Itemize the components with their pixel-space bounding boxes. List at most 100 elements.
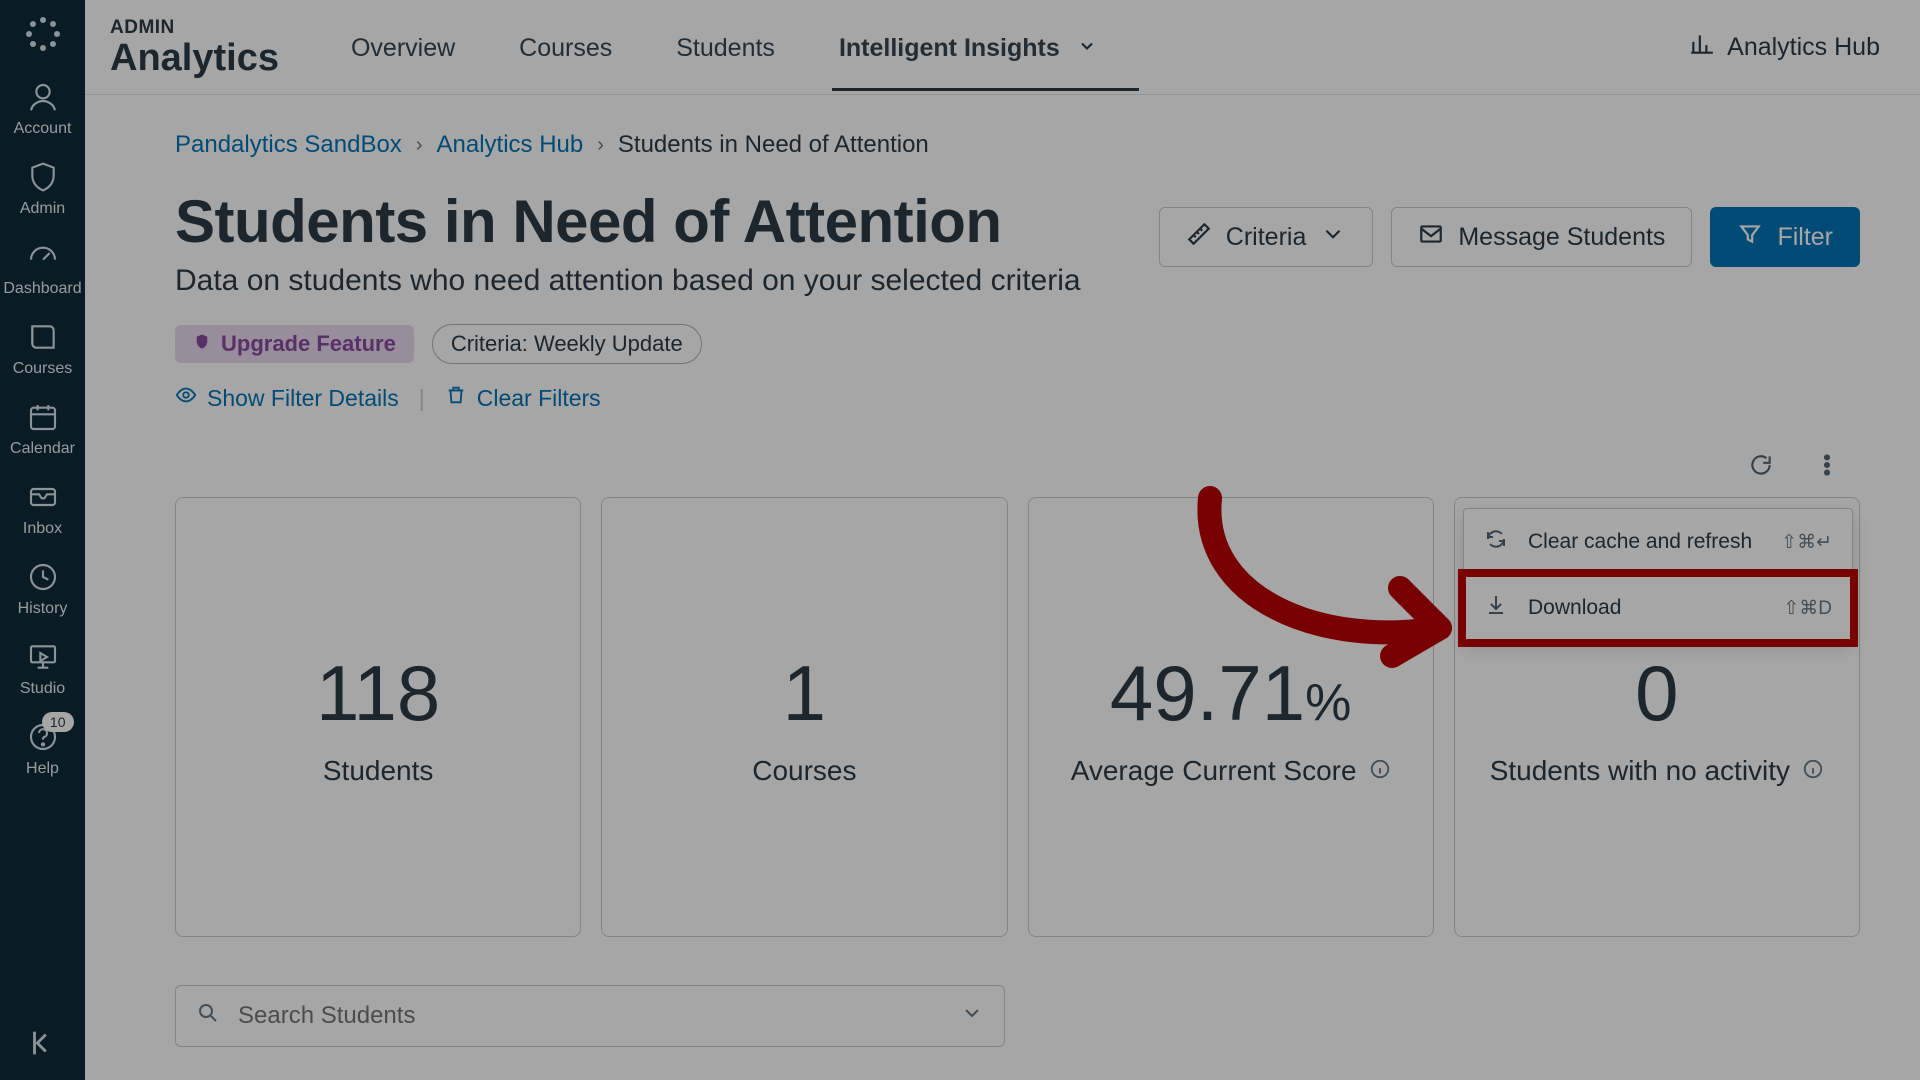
brand: ADMIN Analytics xyxy=(110,17,279,77)
analytics-hub-link[interactable]: Analytics Hub xyxy=(1689,31,1880,64)
nav-help[interactable]: 10 Help xyxy=(0,720,85,778)
stat-value: 0 xyxy=(1635,648,1678,739)
chevron-down-icon xyxy=(1320,221,1346,254)
tab-overview[interactable]: Overview xyxy=(349,26,457,69)
nav-label: Calendar xyxy=(10,440,75,458)
message-label: Message Students xyxy=(1458,223,1665,252)
shield-icon xyxy=(26,160,60,194)
chevron-down-icon[interactable] xyxy=(960,1001,984,1032)
menu-label: Clear cache and refresh xyxy=(1528,530,1752,554)
shield-icon xyxy=(193,331,211,357)
card-menu: Clear cache and refresh ⇧⌘↵ Download ⇧⌘D xyxy=(1463,508,1853,642)
upgrade-label: Upgrade Feature xyxy=(221,331,396,357)
main: ADMIN Analytics Overview Courses Student… xyxy=(85,0,1920,1080)
chips: Upgrade Feature Criteria: Weekly Update xyxy=(175,324,1860,364)
stat-value: 118 xyxy=(316,648,440,739)
nav-label: Studio xyxy=(20,680,65,698)
card-students: 118 Students xyxy=(175,497,581,937)
filter-icon xyxy=(1737,221,1763,254)
page-title: Students in Need of Attention xyxy=(175,187,1081,256)
stat-cards: 118 Students 1 Courses 49.71% Average Cu… xyxy=(175,497,1860,937)
nav-admin[interactable]: Admin xyxy=(0,160,85,218)
trash-icon xyxy=(445,384,467,412)
help-badge: 10 xyxy=(42,712,74,732)
menu-clear-cache[interactable]: Clear cache and refresh ⇧⌘↵ xyxy=(1464,509,1852,575)
info-icon[interactable] xyxy=(1369,755,1391,787)
stat-value: 1 xyxy=(783,648,826,739)
annotation-arrow xyxy=(1140,478,1520,698)
nav-label: Admin xyxy=(20,200,65,218)
tab-insights[interactable]: Intelligent Insights xyxy=(837,26,1099,69)
filter-button[interactable]: Filter xyxy=(1710,207,1860,267)
chevron-right-icon: › xyxy=(597,134,604,157)
show-filter-label: Show Filter Details xyxy=(207,385,399,412)
info-icon[interactable] xyxy=(1802,755,1824,787)
nav-studio[interactable]: Studio xyxy=(0,640,85,698)
refresh-icon[interactable] xyxy=(1748,452,1774,483)
search-icon xyxy=(196,1001,220,1032)
clear-filters-label: Clear Filters xyxy=(477,385,601,412)
nav-label: Help xyxy=(26,760,59,778)
user-icon xyxy=(26,80,60,114)
nav-label: Account xyxy=(14,120,72,138)
nav-account[interactable]: Account xyxy=(0,80,85,138)
ruler-icon xyxy=(1186,221,1212,254)
hub-link-label: Analytics Hub xyxy=(1727,33,1880,62)
stat-label: Students with no activity xyxy=(1490,755,1824,787)
mail-icon xyxy=(1418,221,1444,254)
nav-label: Courses xyxy=(13,360,73,378)
chevron-right-icon: › xyxy=(416,134,423,157)
clear-filters[interactable]: Clear Filters xyxy=(445,384,601,412)
criteria-label: Criteria xyxy=(1226,223,1307,252)
global-nav: Account Admin Dashboard Courses Calendar… xyxy=(0,0,85,1080)
clock-icon xyxy=(26,560,60,594)
card-courses: 1 Courses xyxy=(601,497,1007,937)
crumb-hub[interactable]: Analytics Hub xyxy=(436,131,583,159)
search-students[interactable] xyxy=(175,985,1005,1047)
nav-dashboard[interactable]: Dashboard xyxy=(0,240,85,298)
menu-download[interactable]: Download ⇧⌘D xyxy=(1464,575,1852,641)
chevron-down-icon xyxy=(1077,34,1097,62)
bar-chart-icon xyxy=(1689,31,1715,64)
nav-courses[interactable]: Courses xyxy=(0,320,85,378)
presentation-icon xyxy=(26,640,60,674)
help-icon: 10 xyxy=(26,720,60,754)
stat-label: Students xyxy=(323,755,434,787)
nav-calendar[interactable]: Calendar xyxy=(0,400,85,458)
nav-inbox[interactable]: Inbox xyxy=(0,480,85,538)
tab-insights-label: Intelligent Insights xyxy=(839,34,1060,62)
tab-students[interactable]: Students xyxy=(674,26,777,69)
crumb-sandbox[interactable]: Pandalytics SandBox xyxy=(175,131,402,159)
app-logo[interactable] xyxy=(19,10,67,58)
nav-label: Inbox xyxy=(23,520,62,538)
nav-label: History xyxy=(18,600,68,618)
calendar-icon xyxy=(26,400,60,434)
criteria-chip[interactable]: Criteria: Weekly Update xyxy=(432,324,702,364)
criteria-button[interactable]: Criteria xyxy=(1159,207,1374,267)
gauge-icon xyxy=(26,240,60,274)
nav-label: Dashboard xyxy=(3,280,81,298)
menu-shortcut: ⇧⌘D xyxy=(1783,597,1832,620)
tab-courses[interactable]: Courses xyxy=(517,26,614,69)
menu-shortcut: ⇧⌘↵ xyxy=(1781,531,1832,554)
menu-label: Download xyxy=(1528,596,1621,620)
page-actions: Criteria Message Students Filter xyxy=(1159,207,1860,267)
filter-links: Show Filter Details | Clear Filters xyxy=(175,384,1860,412)
nav-history[interactable]: History xyxy=(0,560,85,618)
show-filter-details[interactable]: Show Filter Details xyxy=(175,384,399,412)
upgrade-chip[interactable]: Upgrade Feature xyxy=(175,325,414,363)
crumb-current: Students in Need of Attention xyxy=(618,131,929,159)
divider: | xyxy=(419,385,425,412)
filter-label: Filter xyxy=(1777,223,1833,252)
brand-small: ADMIN xyxy=(110,17,279,39)
content: Pandalytics SandBox › Analytics Hub › St… xyxy=(85,95,1920,1047)
message-students-button[interactable]: Message Students xyxy=(1391,207,1692,267)
search-input[interactable] xyxy=(238,1002,942,1030)
stat-label: Average Current Score xyxy=(1071,755,1391,787)
nav-collapse[interactable] xyxy=(0,1026,85,1060)
inbox-icon xyxy=(26,480,60,514)
breadcrumb: Pandalytics SandBox › Analytics Hub › St… xyxy=(175,131,1860,159)
more-icon[interactable] xyxy=(1814,452,1840,483)
brand-big: Analytics xyxy=(110,39,279,77)
topbar: ADMIN Analytics Overview Courses Student… xyxy=(85,0,1920,95)
